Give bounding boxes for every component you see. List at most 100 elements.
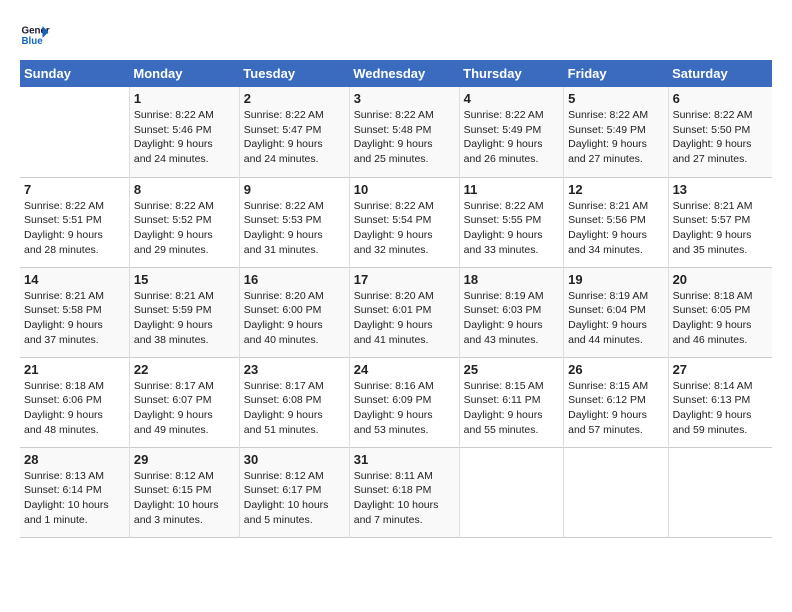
calendar-cell: 19 Sunrise: 8:19 AM Sunset: 6:04 PM Dayli…	[564, 267, 668, 357]
day-number: 13	[673, 182, 768, 197]
day-number: 27	[673, 362, 768, 377]
day-info: Sunrise: 8:15 AM Sunset: 6:11 PM Dayligh…	[464, 379, 559, 438]
day-info: Sunrise: 8:22 AM Sunset: 5:48 PM Dayligh…	[354, 108, 455, 167]
calendar-cell: 1Sunrise: 8:22 AM Sunset: 5:46 PM Daylig…	[129, 87, 239, 177]
day-info: Sunrise: 8:21 AM Sunset: 5:56 PM Dayligh…	[568, 199, 663, 258]
day-info: Sunrise: 8:22 AM Sunset: 5:47 PM Dayligh…	[244, 108, 345, 167]
day-number: 30	[244, 452, 345, 467]
day-number: 16	[244, 272, 345, 287]
day-info: Sunrise: 8:12 AM Sunset: 6:17 PM Dayligh…	[244, 469, 345, 528]
calendar-cell: 6Sunrise: 8:22 AM Sunset: 5:50 PM Daylig…	[668, 87, 772, 177]
day-info: Sunrise: 8:22 AM Sunset: 5:55 PM Dayligh…	[464, 199, 559, 258]
day-number: 11	[464, 182, 559, 197]
day-number: 17	[354, 272, 455, 287]
calendar-cell: 12 Sunrise: 8:21 AM Sunset: 5:56 PM Dayli…	[564, 177, 668, 267]
calendar-cell: 14Sunrise: 8:21 AM Sunset: 5:58 PM Dayli…	[20, 267, 129, 357]
calendar-cell: 2 Sunrise: 8:22 AM Sunset: 5:47 PM Daylig…	[239, 87, 349, 177]
day-info: Sunrise: 8:22 AM Sunset: 5:50 PM Dayligh…	[673, 108, 768, 167]
day-number: 20	[673, 272, 768, 287]
calendar-cell: 29 Sunrise: 8:12 AM Sunset: 6:15 PM Dayli…	[129, 447, 239, 537]
calendar-cell: 22Sunrise: 8:17 AM Sunset: 6:07 PM Dayli…	[129, 357, 239, 447]
col-header-monday: Monday	[129, 60, 239, 87]
calendar-cell: 4Sunrise: 8:22 AM Sunset: 5:49 PM Daylig…	[459, 87, 563, 177]
day-number: 24	[354, 362, 455, 377]
day-info: Sunrise: 8:22 AM Sunset: 5:49 PM Dayligh…	[464, 108, 559, 167]
calendar-cell: 16Sunrise: 8:20 AM Sunset: 6:00 PM Dayli…	[239, 267, 349, 357]
calendar-cell: 5Sunrise: 8:22 AM Sunset: 5:49 PM Daylig…	[564, 87, 668, 177]
day-number: 19	[568, 272, 663, 287]
calendar-week-row: 28 Sunrise: 8:13 AM Sunset: 6:14 PM Dayli…	[20, 447, 772, 537]
day-info: Sunrise: 8:14 AM Sunset: 6:13 PM Dayligh…	[673, 379, 768, 438]
calendar-cell: 3 Sunrise: 8:22 AM Sunset: 5:48 PM Daylig…	[349, 87, 459, 177]
calendar-cell: 11 Sunrise: 8:22 AM Sunset: 5:55 PM Dayli…	[459, 177, 563, 267]
day-number: 7	[24, 182, 125, 197]
calendar-cell: 17 Sunrise: 8:20 AM Sunset: 6:01 PM Dayli…	[349, 267, 459, 357]
svg-text:Blue: Blue	[22, 36, 44, 47]
calendar-cell: 20 Sunrise: 8:18 AM Sunset: 6:05 PM Dayli…	[668, 267, 772, 357]
col-header-wednesday: Wednesday	[349, 60, 459, 87]
day-number: 23	[244, 362, 345, 377]
calendar-cell: 13 Sunrise: 8:21 AM Sunset: 5:57 PM Dayli…	[668, 177, 772, 267]
day-info: Sunrise: 8:19 AM Sunset: 6:04 PM Dayligh…	[568, 289, 663, 348]
calendar-week-row: 1Sunrise: 8:22 AM Sunset: 5:46 PM Daylig…	[20, 87, 772, 177]
day-number: 31	[354, 452, 455, 467]
calendar-cell: 18Sunrise: 8:19 AM Sunset: 6:03 PM Dayli…	[459, 267, 563, 357]
day-info: Sunrise: 8:20 AM Sunset: 6:01 PM Dayligh…	[354, 289, 455, 348]
day-info: Sunrise: 8:21 AM Sunset: 5:57 PM Dayligh…	[673, 199, 768, 258]
col-header-sunday: Sunday	[20, 60, 129, 87]
col-header-thursday: Thursday	[459, 60, 563, 87]
calendar-cell	[20, 87, 129, 177]
calendar-cell: 28 Sunrise: 8:13 AM Sunset: 6:14 PM Dayli…	[20, 447, 129, 537]
day-info: Sunrise: 8:22 AM Sunset: 5:54 PM Dayligh…	[354, 199, 455, 258]
col-header-tuesday: Tuesday	[239, 60, 349, 87]
day-number: 10	[354, 182, 455, 197]
col-header-friday: Friday	[564, 60, 668, 87]
logo-icon: General Blue	[20, 20, 50, 50]
calendar-header-row: SundayMondayTuesdayWednesdayThursdayFrid…	[20, 60, 772, 87]
calendar-cell: 10 Sunrise: 8:22 AM Sunset: 5:54 PM Dayli…	[349, 177, 459, 267]
calendar-cell: 9 Sunrise: 8:22 AM Sunset: 5:53 PM Daylig…	[239, 177, 349, 267]
day-info: Sunrise: 8:13 AM Sunset: 6:14 PM Dayligh…	[24, 469, 125, 528]
day-number: 22	[134, 362, 235, 377]
day-number: 3	[354, 91, 455, 106]
calendar-cell: 31 Sunrise: 8:11 AM Sunset: 6:18 PM Dayli…	[349, 447, 459, 537]
calendar-cell	[668, 447, 772, 537]
day-info: Sunrise: 8:22 AM Sunset: 5:49 PM Dayligh…	[568, 108, 663, 167]
day-number: 14	[24, 272, 125, 287]
calendar-cell	[459, 447, 563, 537]
calendar-cell: 30 Sunrise: 8:12 AM Sunset: 6:17 PM Dayli…	[239, 447, 349, 537]
day-number: 12	[568, 182, 663, 197]
page-header: General Blue	[20, 20, 772, 50]
calendar-cell: 25 Sunrise: 8:15 AM Sunset: 6:11 PM Dayli…	[459, 357, 563, 447]
calendar-cell: 24 Sunrise: 8:16 AM Sunset: 6:09 PM Dayli…	[349, 357, 459, 447]
day-info: Sunrise: 8:22 AM Sunset: 5:51 PM Dayligh…	[24, 199, 125, 258]
col-header-saturday: Saturday	[668, 60, 772, 87]
calendar-table: SundayMondayTuesdayWednesdayThursdayFrid…	[20, 60, 772, 538]
day-number: 28	[24, 452, 125, 467]
day-number: 25	[464, 362, 559, 377]
calendar-cell: 8Sunrise: 8:22 AM Sunset: 5:52 PM Daylig…	[129, 177, 239, 267]
day-number: 29	[134, 452, 235, 467]
calendar-cell: 15 Sunrise: 8:21 AM Sunset: 5:59 PM Dayli…	[129, 267, 239, 357]
day-number: 18	[464, 272, 559, 287]
day-info: Sunrise: 8:16 AM Sunset: 6:09 PM Dayligh…	[354, 379, 455, 438]
day-number: 9	[244, 182, 345, 197]
day-info: Sunrise: 8:18 AM Sunset: 6:05 PM Dayligh…	[673, 289, 768, 348]
day-info: Sunrise: 8:12 AM Sunset: 6:15 PM Dayligh…	[134, 469, 235, 528]
day-info: Sunrise: 8:17 AM Sunset: 6:08 PM Dayligh…	[244, 379, 345, 438]
day-number: 15	[134, 272, 235, 287]
day-info: Sunrise: 8:21 AM Sunset: 5:59 PM Dayligh…	[134, 289, 235, 348]
calendar-week-row: 14Sunrise: 8:21 AM Sunset: 5:58 PM Dayli…	[20, 267, 772, 357]
day-number: 2	[244, 91, 345, 106]
calendar-cell: 27 Sunrise: 8:14 AM Sunset: 6:13 PM Dayli…	[668, 357, 772, 447]
day-info: Sunrise: 8:15 AM Sunset: 6:12 PM Dayligh…	[568, 379, 663, 438]
day-info: Sunrise: 8:18 AM Sunset: 6:06 PM Dayligh…	[24, 379, 125, 438]
day-number: 21	[24, 362, 125, 377]
calendar-week-row: 21 Sunrise: 8:18 AM Sunset: 6:06 PM Dayli…	[20, 357, 772, 447]
day-info: Sunrise: 8:11 AM Sunset: 6:18 PM Dayligh…	[354, 469, 455, 528]
day-number: 26	[568, 362, 663, 377]
day-info: Sunrise: 8:22 AM Sunset: 5:46 PM Dayligh…	[134, 108, 235, 167]
day-info: Sunrise: 8:22 AM Sunset: 5:53 PM Dayligh…	[244, 199, 345, 258]
logo: General Blue	[20, 20, 54, 50]
calendar-cell: 23 Sunrise: 8:17 AM Sunset: 6:08 PM Dayli…	[239, 357, 349, 447]
